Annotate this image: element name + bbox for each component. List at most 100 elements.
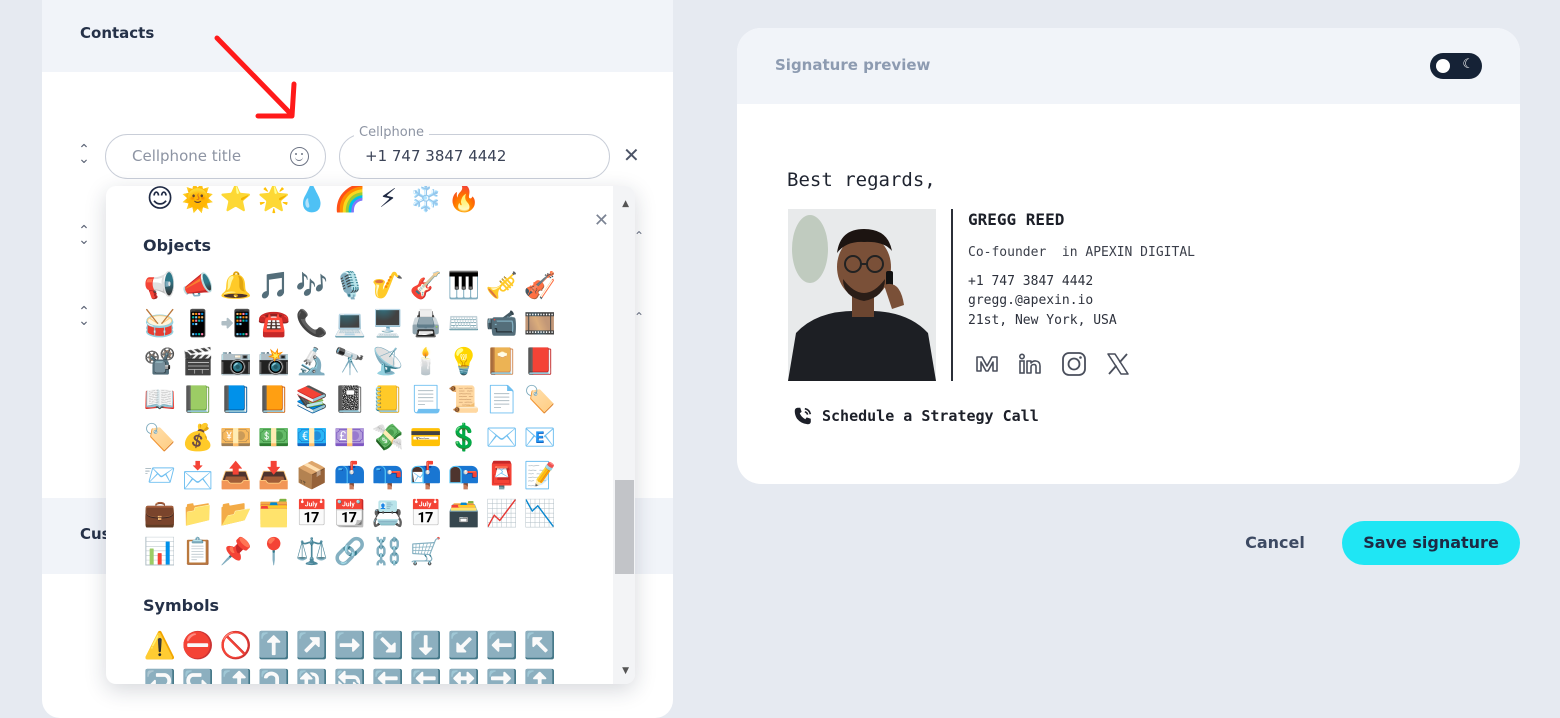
emoji-button[interactable]: 📭 [445,457,483,495]
emoji-button[interactable]: 📓 [331,381,369,419]
drag-handle-icon[interactable]: ⌃ ⌄ [76,224,92,247]
cancel-button[interactable]: Cancel [1231,521,1319,565]
emoji-button[interactable]: 📹 [483,305,521,343]
emoji-button[interactable]: 🔬 [293,343,331,381]
emoji-button[interactable]: 🔙 [369,665,407,684]
emoji-button[interactable]: ⬇️ [407,627,445,665]
emoji-button[interactable]: 📃 [407,381,445,419]
emoji-button[interactable]: 📜 [445,381,483,419]
emoji-button[interactable]: ⤵️ [255,665,293,684]
emoji-button[interactable]: 🎶 [293,267,331,305]
emoji-button[interactable]: ❄️ [407,186,445,218]
emoji-button[interactable]: 💳 [407,419,445,457]
emoji-button[interactable]: 🛒 [407,533,445,571]
emoji-button[interactable]: ↘️ [369,627,407,665]
emoji-button[interactable]: 🔚 [407,665,445,684]
emoji-button[interactable]: ⛔ [179,627,217,665]
emoji-button[interactable]: 🗃️ [445,495,483,533]
emoji-button[interactable]: 🥁 [141,305,179,343]
picker-close-icon[interactable]: ✕ [594,210,609,231]
emoji-button[interactable]: 💧 [293,186,331,218]
emoji-button[interactable]: 📖 [141,381,179,419]
instagram-icon[interactable] [1060,350,1088,378]
emoji-button[interactable]: 📪 [369,457,407,495]
emoji-button[interactable]: 💲 [445,419,483,457]
emoji-button[interactable]: 📊 [141,533,179,571]
emoji-button[interactable]: ➡️ [331,627,369,665]
emoji-button[interactable]: ⛓️ [369,533,407,571]
emoji-button[interactable]: 📮 [483,457,521,495]
emoji-button[interactable]: 🎵 [255,267,293,305]
emoji-button[interactable]: 🕯️ [407,343,445,381]
emoji-button[interactable]: 📄 [483,381,521,419]
cellphone-title-input[interactable]: Cellphone title [105,134,326,179]
emoji-button[interactable]: 💡 [445,343,483,381]
emoji-button[interactable]: ↗️ [293,627,331,665]
emoji-button[interactable]: 📸 [255,343,293,381]
emoji-button[interactable]: 🔔 [217,267,255,305]
schedule-call-link[interactable]: Schedule a Strategy Call [792,405,1039,427]
scroll-up-icon[interactable]: ▲ [622,199,629,209]
picker-scrollbar[interactable]: ▲ ▼ [613,186,635,684]
emoji-button[interactable]: 🔃 [293,665,331,684]
emoji-button[interactable]: 📲 [217,305,255,343]
emoji-button[interactable]: 📢 [141,267,179,305]
remove-row-close-icon[interactable]: ✕ [623,145,640,165]
emoji-button[interactable]: 🎸 [407,267,445,305]
emoji-button[interactable]: 💼 [141,495,179,533]
emoji-button[interactable]: ☎️ [255,305,293,343]
emoji-button[interactable]: 🔜 [483,665,521,684]
emoji-button[interactable]: 🌞 [179,186,217,218]
emoji-button[interactable]: 📅 [293,495,331,533]
emoji-picker-icon[interactable] [290,147,309,166]
emoji-button[interactable]: 🗂️ [255,495,293,533]
emoji-button[interactable]: 📚 [293,381,331,419]
medium-icon[interactable] [973,350,1001,378]
emoji-button[interactable]: 📇 [369,495,407,533]
emoji-button[interactable]: ↪️ [179,665,217,684]
emoji-button[interactable]: 🔄 [331,665,369,684]
emoji-button[interactable]: 🏷️ [521,381,559,419]
emoji-button[interactable]: ↖️ [521,627,559,665]
signature-email[interactable]: gregg.@apexin.io [968,293,1093,308]
emoji-button[interactable]: 🖨️ [407,305,445,343]
emoji-button[interactable]: 🌟 [255,186,293,218]
emoji-button[interactable]: 🔗 [331,533,369,571]
emoji-button[interactable]: 📥 [255,457,293,495]
emoji-button[interactable]: 📽️ [141,343,179,381]
emoji-button[interactable]: 📩 [179,457,217,495]
emoji-button[interactable]: 💴 [217,419,255,457]
linkedin-icon[interactable] [1016,350,1044,378]
emoji-button[interactable]: 🎬 [179,343,217,381]
emoji-button[interactable]: ⚖️ [293,533,331,571]
x-icon[interactable] [1104,350,1132,378]
emoji-button[interactable]: 🔭 [331,343,369,381]
emoji-button[interactable]: 😊 [141,186,179,218]
emoji-button[interactable]: 🔥 [445,186,483,218]
emoji-button[interactable]: 🔝 [521,665,559,684]
emoji-button[interactable]: 📬 [407,457,445,495]
emoji-button[interactable]: 🔛 [445,665,483,684]
scrollbar-thumb[interactable] [615,480,634,574]
emoji-button[interactable]: 📌 [217,533,255,571]
emoji-button[interactable]: 📫 [331,457,369,495]
emoji-button[interactable]: ⤴️ [217,665,255,684]
emoji-button[interactable]: 📧 [521,419,559,457]
emoji-button[interactable]: 📡 [369,343,407,381]
cellphone-input[interactable]: Cellphone +1 747 3847 4442 [339,125,610,179]
emoji-button[interactable]: 💶 [293,419,331,457]
emoji-button[interactable]: 🖥️ [369,305,407,343]
emoji-button[interactable]: 🎞️ [521,305,559,343]
emoji-button[interactable]: 📗 [179,381,217,419]
emoji-button[interactable]: 📉 [521,495,559,533]
emoji-button[interactable]: 📨 [141,457,179,495]
emoji-button[interactable]: 🎺 [483,267,521,305]
emoji-button[interactable]: 📣 [179,267,217,305]
emoji-button[interactable]: ⭐ [217,186,255,218]
emoji-button[interactable]: 📔 [483,343,521,381]
emoji-button[interactable]: 💰 [179,419,217,457]
emoji-button[interactable]: ⚡ [369,186,407,218]
emoji-button[interactable]: 🚫 [217,627,255,665]
emoji-button[interactable]: 📁 [179,495,217,533]
emoji-button[interactable]: 📘 [217,381,255,419]
